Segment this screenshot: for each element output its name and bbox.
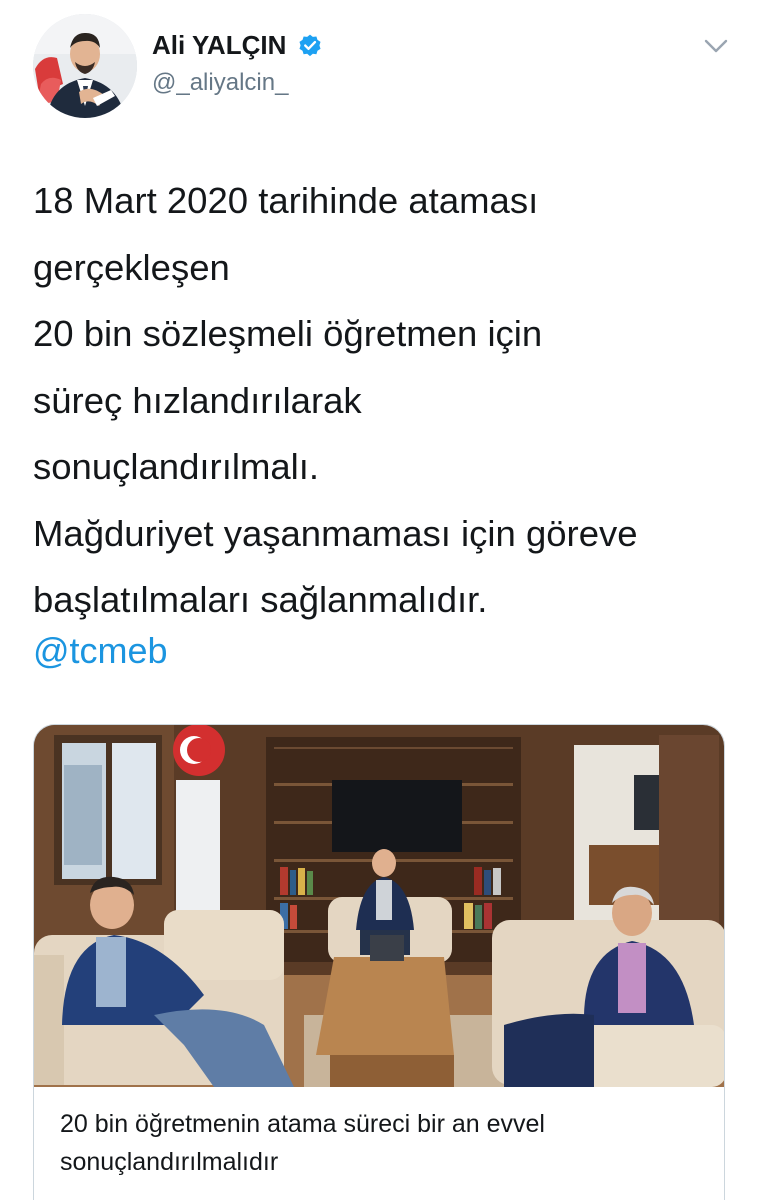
tweet-line: 20 bin sözleşmeli öğretmen için [33, 313, 543, 354]
tweet-line: Mağduriyet yaşanmaması için göreve [33, 512, 638, 554]
handle[interactable]: @_aliyalcin_ [152, 69, 323, 97]
display-name[interactable]: Ali YALÇIN [152, 30, 286, 61]
tweet-text: 18 Mart 2020 tarihinde ataması gerçekleş… [33, 168, 733, 634]
profile-photo-icon [33, 14, 137, 118]
tweet-line: gerçekleşen [33, 246, 230, 288]
card-image[interactable] [34, 725, 724, 1087]
office-meeting-photo-icon [34, 725, 724, 1087]
card-title: 20 bin öğretmenin atama süreci bir an ev… [60, 1105, 710, 1181]
card-title-line: sonuçlandırılmalıdır [60, 1148, 279, 1176]
tweet-line: sonuçlandırılmalı. [33, 446, 320, 487]
tweet-line: süreç hızlandırılarak [33, 379, 362, 421]
verified-badge-icon [299, 34, 321, 56]
author-names: Ali YALÇIN @_aliyalcin_ [152, 30, 323, 97]
tweet-header: Ali YALÇIN @_aliyalcin_ [0, 0, 758, 130]
link-card[interactable]: 20 bin öğretmenin atama süreci bir an ev… [33, 724, 725, 1200]
chevron-down-icon[interactable] [700, 34, 732, 58]
avatar[interactable] [33, 14, 137, 118]
tweet-line: 18 Mart 2020 tarihinde ataması [33, 180, 539, 221]
card-title-line: 20 bin öğretmenin atama süreci bir an ev… [60, 1110, 545, 1138]
mention-link[interactable]: @tcmeb [33, 625, 168, 677]
tweet-line: başlatılmaları sağlanmalıdır. [33, 579, 488, 620]
